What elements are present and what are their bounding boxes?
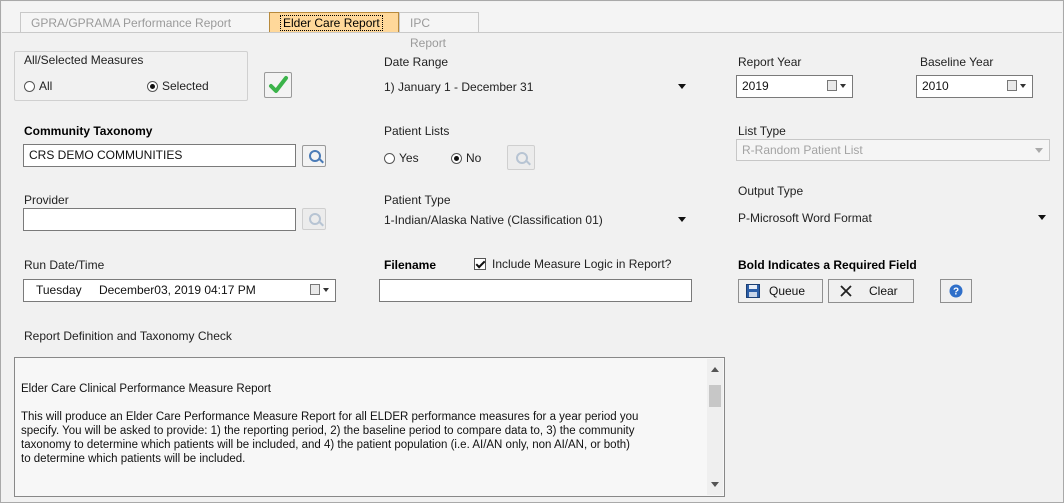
checkbox-checked-icon [474, 258, 486, 270]
required-field-note: Bold Indicates a Required Field [738, 258, 917, 272]
scroll-thumb[interactable] [709, 385, 721, 407]
filename-field[interactable] [379, 279, 692, 302]
magnifier-icon [309, 213, 321, 225]
magnifier-icon [309, 150, 321, 162]
tab-gpra-report[interactable]: GPRA/GPRAMA Performance Report [20, 12, 270, 32]
queue-button[interactable]: Queue [738, 279, 823, 303]
include-logic-checkbox[interactable]: Include Measure Logic in Report? [474, 257, 671, 271]
svg-text:?: ? [953, 287, 959, 298]
report-definition-line: specify. You will be asked to provide: 1… [21, 425, 635, 437]
chevron-down-icon [1038, 215, 1046, 220]
baseline-year-picker[interactable]: 2010 [916, 75, 1033, 98]
chevron-down-icon [678, 84, 686, 89]
magnifier-icon [516, 152, 528, 164]
report-definition-label: Report Definition and Taxonomy Check [24, 329, 232, 343]
radio-selected-icon [451, 153, 462, 164]
measures-title: All/Selected Measures [24, 53, 144, 67]
select-measures-button[interactable] [264, 72, 292, 98]
provider-search-button[interactable] [302, 208, 326, 230]
report-definition-textarea[interactable]: Elder Care Clinical Performance Measure … [14, 357, 725, 497]
chevron-down-icon [678, 217, 686, 222]
calendar-icon[interactable] [310, 283, 332, 297]
patient-lists-yes-radio[interactable]: Yes [384, 151, 419, 165]
scroll-up-icon[interactable] [711, 367, 719, 372]
list-type-label: List Type [738, 124, 786, 138]
floppy-disk-icon [746, 284, 760, 298]
report-definition-line: to determine which patients will be incl… [21, 453, 246, 465]
output-type-label: Output Type [738, 184, 804, 198]
calendar-icon[interactable] [827, 79, 849, 93]
patient-type-select[interactable]: 1-Indian/Alaska Native (Classification 0… [384, 209, 692, 231]
clear-button[interactable]: Clear [828, 279, 914, 303]
chevron-down-icon [1035, 148, 1043, 153]
date-range-label: Date Range [384, 55, 449, 69]
filename-label: Filename [384, 258, 437, 272]
radio-icon [24, 81, 35, 92]
radio-selected-icon [147, 81, 158, 92]
elder-care-panel: All/Selected Measures All Selected Date … [2, 32, 1062, 503]
run-datetime-label: Run Date/Time [24, 258, 105, 272]
list-type-select[interactable]: R-Random Patient List [736, 139, 1050, 161]
help-icon: ? [949, 284, 963, 298]
patient-lists-no-radio[interactable]: No [451, 151, 481, 165]
radio-icon [384, 153, 395, 164]
scroll-down-icon[interactable] [711, 482, 719, 487]
patient-lists-search-button[interactable] [507, 145, 535, 170]
run-datetime-picker[interactable]: Tuesday December03, 2019 04:17 PM [23, 279, 336, 302]
community-taxonomy-field[interactable]: CRS DEMO COMMUNITIES [23, 144, 296, 167]
green-checkmark-icon [269, 76, 288, 93]
x-icon [840, 285, 852, 297]
report-year-picker[interactable]: 2019 [736, 75, 853, 98]
patient-type-label: Patient Type [384, 193, 451, 207]
baseline-year-label: Baseline Year [920, 55, 994, 69]
patient-lists-label: Patient Lists [384, 124, 450, 138]
community-taxonomy-search-button[interactable] [302, 145, 326, 167]
provider-field[interactable] [23, 208, 296, 231]
tab-strip: GPRA/GPRAMA Performance Report Elder Car… [2, 2, 1062, 50]
tab-elder-care-report[interactable]: Elder Care Report [269, 12, 399, 32]
vertical-scrollbar[interactable] [707, 359, 723, 495]
provider-label: Provider [24, 193, 69, 207]
report-definition-line: taxonomy to determine which patients wil… [21, 439, 631, 451]
help-button[interactable]: ? [940, 279, 972, 303]
calendar-icon[interactable] [1007, 79, 1029, 93]
report-definition-heading: Elder Care Clinical Performance Measure … [21, 383, 271, 395]
measures-all-radio[interactable]: All [24, 79, 52, 93]
measures-selected-radio[interactable]: Selected [147, 79, 209, 93]
report-year-label: Report Year [738, 55, 802, 69]
community-taxonomy-label: Community Taxonomy [24, 124, 153, 138]
report-definition-line: This will produce an Elder Care Performa… [21, 411, 639, 423]
output-type-select[interactable]: P-Microsoft Word Format [738, 207, 1052, 229]
report-window: GPRA/GPRAMA Performance Report Elder Car… [0, 0, 1064, 503]
tab-ipc-report[interactable]: IPC Report [399, 12, 479, 50]
date-range-select[interactable]: 1) January 1 - December 31 [384, 76, 692, 98]
report-definition-content: Elder Care Clinical Performance Measure … [21, 382, 701, 466]
